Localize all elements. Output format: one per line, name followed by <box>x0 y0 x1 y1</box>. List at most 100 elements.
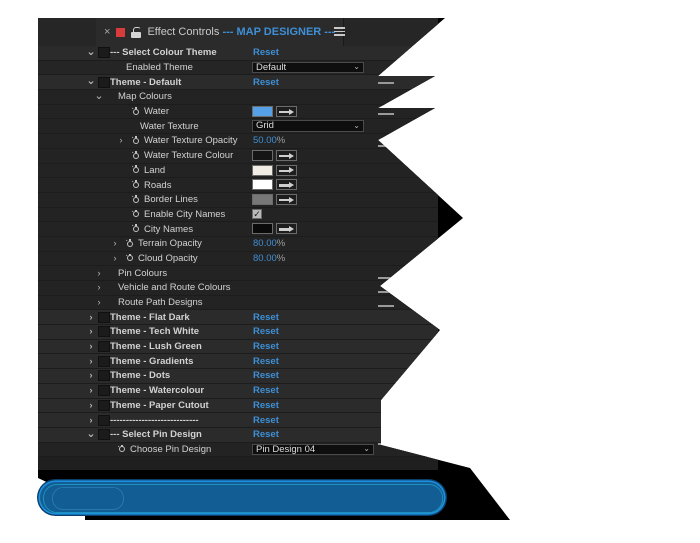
property-row[interactable]: › Theme - Tech White Reset <box>38 325 438 340</box>
twirl-right-icon[interactable]: › <box>94 298 104 307</box>
effect-toggle-box[interactable] <box>98 370 110 382</box>
property-row[interactable]: › Pin Colours <box>38 266 438 281</box>
twirl-right-icon[interactable]: › <box>86 400 96 410</box>
property-row[interactable]: City Names <box>38 222 438 237</box>
stopwatch-icon[interactable] <box>131 224 141 234</box>
numeric-field[interactable]: 80.00% <box>253 253 285 264</box>
property-row[interactable]: › Cloud Opacity 80.00% <box>38 251 438 267</box>
stopwatch-icon[interactable] <box>131 165 141 175</box>
property-row[interactable]: › Theme - Lush Green Reset <box>38 339 438 355</box>
color-swatch[interactable] <box>252 179 273 191</box>
property-row[interactable]: Choose Pin Design Pin Design 04 ⌄ <box>38 442 438 458</box>
twirl-right-icon[interactable]: › <box>86 371 96 380</box>
effect-toggle-box[interactable] <box>98 47 110 59</box>
eyedropper-icon[interactable] <box>276 164 297 176</box>
twirl-right-icon[interactable]: › <box>86 386 96 395</box>
color-swatch[interactable] <box>252 105 273 117</box>
eyedropper-icon[interactable] <box>276 179 297 191</box>
eyedropper-icon[interactable] <box>276 223 297 235</box>
twirl-right-icon[interactable]: › <box>110 253 120 263</box>
numeric-field[interactable]: 50.00% <box>253 135 285 146</box>
twirl-down-icon[interactable]: ⌄ <box>86 76 96 87</box>
property-row[interactable]: › Theme - Dots Reset <box>38 369 438 384</box>
twirl-right-icon[interactable]: › <box>86 356 96 366</box>
close-icon[interactable]: × <box>104 26 110 38</box>
reset-link[interactable]: Reset <box>253 400 279 411</box>
property-row[interactable]: ⌄ --- Select Colour Theme Reset <box>38 46 438 61</box>
property-row[interactable]: › Theme - Gradients Reset <box>38 354 438 370</box>
reset-link[interactable]: Reset <box>253 370 279 381</box>
property-row[interactable]: › Vehicle and Route Colours <box>38 281 438 296</box>
twirl-right-icon[interactable]: › <box>86 327 96 336</box>
dropdown-select[interactable]: Pin Design 04 ⌄ <box>252 443 374 455</box>
twirl-right-icon[interactable]: › <box>94 268 104 278</box>
property-row[interactable]: ⌄ --- Select Pin Design Reset <box>38 427 438 443</box>
twirl-right-icon[interactable]: › <box>86 415 96 425</box>
twirl-down-icon[interactable]: ⌄ <box>94 91 104 102</box>
property-row[interactable]: Enable City Names ✓ <box>38 207 438 223</box>
stopwatch-icon[interactable] <box>117 444 127 454</box>
dropdown-select[interactable]: Default ⌄ <box>252 61 364 74</box>
reset-link[interactable]: Reset <box>253 312 279 323</box>
property-row[interactable]: › Route Path Designs <box>38 295 438 311</box>
eyedropper-icon[interactable] <box>276 193 297 205</box>
twirl-right-icon[interactable]: › <box>86 312 96 322</box>
color-swatch[interactable] <box>252 223 273 235</box>
numeric-field[interactable]: 80.00% <box>253 238 285 249</box>
effect-toggle-box[interactable] <box>98 414 110 426</box>
reset-link[interactable]: Reset <box>253 326 279 337</box>
effect-toggle-box[interactable] <box>98 341 110 353</box>
reset-link[interactable]: Reset <box>253 47 279 58</box>
property-row[interactable]: › Theme - Paper Cutout Reset <box>38 398 438 414</box>
reset-link[interactable]: Reset <box>253 415 279 426</box>
eyedropper-icon[interactable] <box>276 149 297 161</box>
effect-toggle-box[interactable] <box>98 399 110 411</box>
twirl-right-icon[interactable]: › <box>116 136 126 145</box>
property-row[interactable]: › Theme - Flat Dark Reset <box>38 310 438 326</box>
stopwatch-icon[interactable] <box>125 238 135 248</box>
stopwatch-icon[interactable] <box>131 194 141 204</box>
property-row[interactable]: Border Lines <box>38 192 438 208</box>
lock-icon[interactable] <box>131 26 142 38</box>
stopwatch-icon[interactable] <box>125 253 135 263</box>
effect-toggle-box[interactable] <box>98 385 110 397</box>
property-row[interactable]: › Theme - Watercolour Reset <box>38 383 438 399</box>
twirl-right-icon[interactable]: › <box>86 342 96 351</box>
twirl-right-icon[interactable]: › <box>110 239 120 248</box>
property-row[interactable]: Enabled Theme Default ⌄ <box>38 60 438 76</box>
property-row[interactable]: › ---------------------------- Reset <box>38 413 438 428</box>
property-row[interactable]: › Terrain Opacity 80.00% <box>38 236 438 252</box>
stopwatch-icon[interactable] <box>131 136 141 145</box>
effect-toggle-box[interactable] <box>98 355 110 367</box>
numeric-value[interactable]: 50.00 <box>253 135 277 146</box>
tab-effect-controls[interactable]: × Effect Controls --- MAP DESIGNER --- <box>96 18 345 46</box>
color-swatch[interactable] <box>252 149 273 161</box>
stopwatch-icon[interactable] <box>131 150 141 160</box>
checkbox[interactable]: ✓ <box>252 209 262 220</box>
hamburger-menu-icon[interactable] <box>334 27 345 36</box>
stopwatch-icon[interactable] <box>131 180 141 190</box>
selection-pill[interactable] <box>40 482 444 513</box>
reset-link[interactable]: Reset <box>253 429 279 440</box>
color-swatch[interactable] <box>252 193 273 205</box>
reset-link[interactable]: Reset <box>253 356 279 367</box>
color-swatch[interactable] <box>252 164 273 176</box>
numeric-value[interactable]: 80.00 <box>253 238 277 249</box>
effect-toggle-box[interactable] <box>98 429 110 441</box>
effect-toggle-box[interactable] <box>98 326 110 338</box>
property-row[interactable]: ⌄ Map Colours <box>38 90 438 105</box>
reset-link[interactable]: Reset <box>253 385 279 396</box>
effect-toggle-box[interactable] <box>98 311 110 323</box>
property-row[interactable]: Roads <box>38 178 438 193</box>
dropdown-select[interactable]: Grid ⌄ <box>252 120 364 132</box>
stopwatch-icon[interactable] <box>131 106 141 116</box>
property-row[interactable]: › Water Texture Opacity 50.00% <box>38 134 438 149</box>
property-row[interactable]: Land <box>38 163 438 179</box>
twirl-down-icon[interactable]: ⌄ <box>86 47 96 58</box>
reset-link[interactable]: Reset <box>253 77 279 88</box>
numeric-value[interactable]: 80.00 <box>253 253 277 264</box>
stopwatch-icon[interactable] <box>131 209 141 219</box>
property-row[interactable]: Water Texture Grid ⌄ <box>38 119 438 135</box>
twirl-right-icon[interactable]: › <box>94 283 104 292</box>
effect-toggle-box[interactable] <box>98 76 110 88</box>
